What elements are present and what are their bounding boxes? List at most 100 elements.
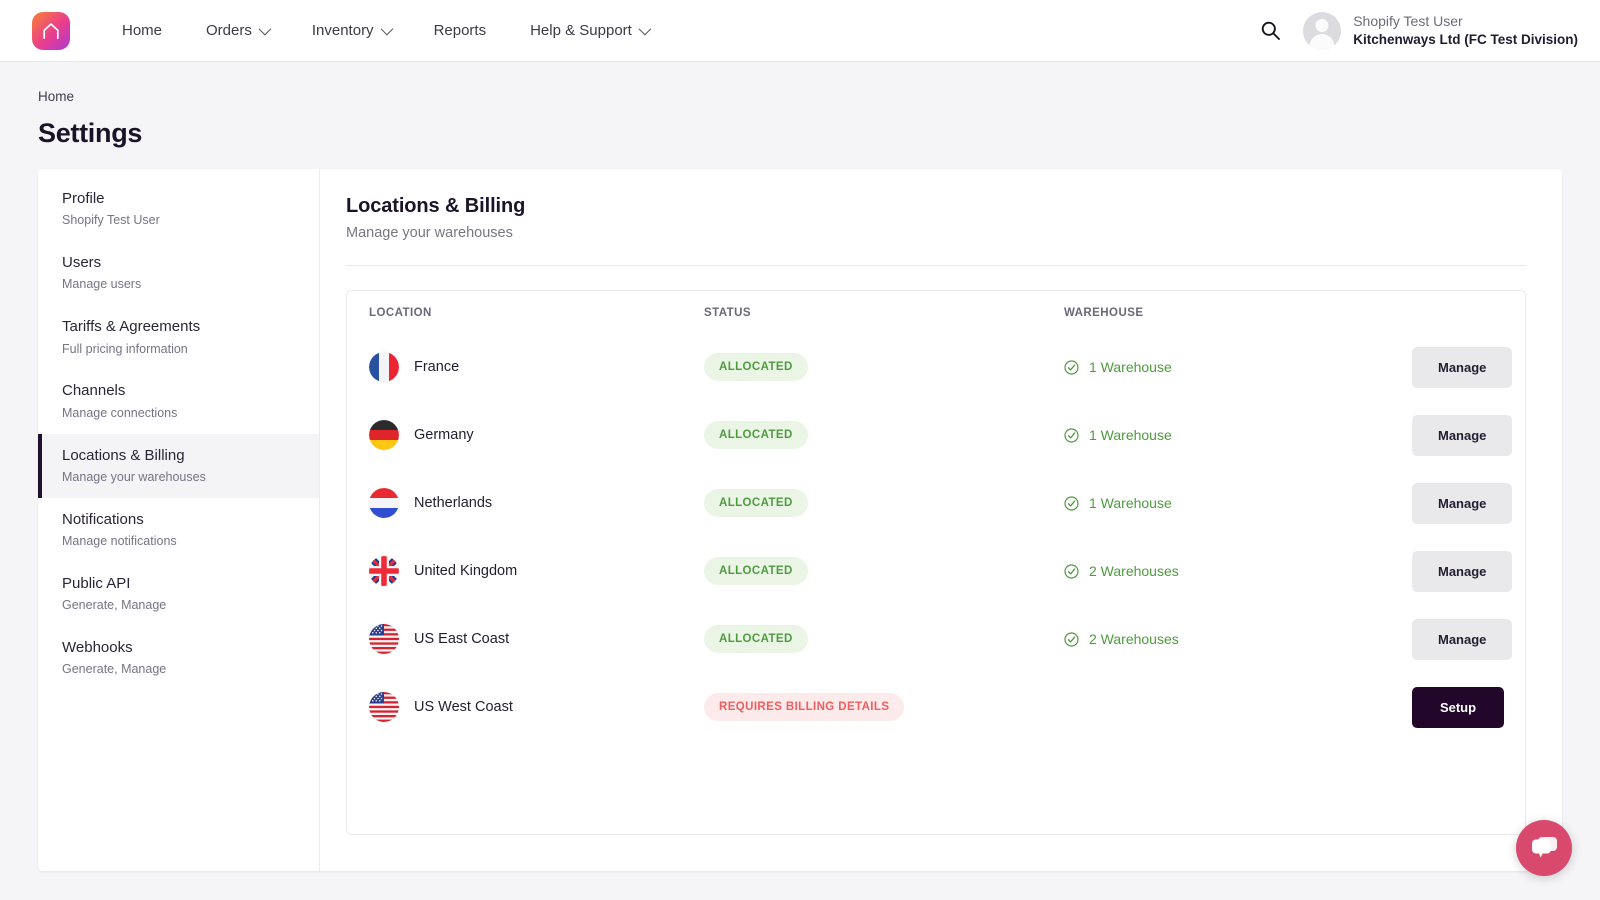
manage-button[interactable]: Manage	[1412, 619, 1512, 660]
cell-action: Manage	[1390, 605, 1525, 673]
sidebar-item-sublabel: Generate, Manage	[62, 597, 301, 614]
warehouse-count: 2 Warehouses	[1089, 631, 1179, 647]
top-navigation-bar: Home Orders Inventory Reports Help & Sup…	[0, 0, 1600, 62]
warehouse-count: 1 Warehouse	[1089, 427, 1172, 443]
table-row: France ALLOCATED	[347, 333, 1525, 401]
cell-location: United Kingdom	[347, 537, 682, 605]
sidebar-item-label: Channels	[62, 381, 301, 401]
sidebar-item-webhooks[interactable]: Webhooks Generate, Manage	[38, 626, 319, 690]
warehouse-count: 2 Warehouses	[1089, 563, 1179, 579]
sidebar-item-sublabel: Shopify Test User	[62, 212, 301, 229]
table-row: United Kingdom ALLOCATED	[347, 537, 1525, 605]
manage-button[interactable]: Manage	[1412, 415, 1512, 456]
nav-item-label: Help & Support	[530, 22, 632, 39]
flag-united-states	[369, 692, 399, 722]
settings-sidebar: Profile Shopify Test User Users Manage u…	[38, 169, 320, 871]
nav-item-home[interactable]: Home	[100, 14, 184, 47]
sidebar-item-sublabel: Full pricing information	[62, 341, 301, 358]
status-badge: ALLOCATED	[704, 625, 808, 653]
sidebar-item-tariffs-agreements[interactable]: Tariffs & Agreements Full pricing inform…	[38, 305, 319, 369]
locations-billing-panel: Locations & Billing Manage your warehous…	[320, 169, 1562, 871]
sidebar-item-sublabel: Manage connections	[62, 405, 301, 422]
cell-warehouse	[1042, 673, 1390, 741]
cell-warehouse: 2 Warehouses	[1042, 537, 1390, 605]
panel-subtitle: Manage your warehouses	[346, 225, 1526, 241]
location-name: United Kingdom	[414, 563, 517, 579]
cell-action: Manage	[1390, 401, 1525, 469]
location-name: US West Coast	[414, 699, 513, 715]
chevron-down-icon	[380, 23, 393, 36]
check-circle-icon	[1064, 564, 1079, 579]
cell-warehouse: 2 Warehouses	[1042, 605, 1390, 673]
cell-action: Manage	[1390, 469, 1525, 537]
chevron-down-icon	[638, 23, 651, 36]
nav-item-inventory[interactable]: Inventory	[290, 14, 412, 47]
cell-location: Netherlands	[347, 469, 682, 537]
sidebar-item-label: Public API	[62, 574, 301, 594]
sidebar-item-channels[interactable]: Channels Manage connections	[38, 369, 319, 433]
search-icon[interactable]	[1255, 16, 1285, 46]
main-nav: Home Orders Inventory Reports Help & Sup…	[100, 14, 670, 47]
sidebar-item-users[interactable]: Users Manage users	[38, 241, 319, 305]
nav-item-help-support[interactable]: Help & Support	[508, 14, 670, 47]
page-title: Settings	[38, 118, 1600, 149]
status-badge: ALLOCATED	[704, 557, 808, 585]
cell-status: REQUIRES BILLING DETAILS	[682, 673, 1042, 741]
chat-launcher-button[interactable]	[1516, 820, 1572, 876]
home-arch-logo-icon[interactable]	[32, 12, 70, 50]
nav-item-label: Reports	[434, 22, 487, 39]
nav-item-label: Inventory	[312, 22, 374, 39]
warehouse-count: 1 Warehouse	[1089, 359, 1172, 375]
sidebar-item-profile[interactable]: Profile Shopify Test User	[38, 177, 319, 241]
check-circle-icon	[1064, 632, 1079, 647]
cell-location: France	[347, 333, 682, 401]
status-badge: ALLOCATED	[704, 353, 808, 381]
table-row: Germany ALLOCATED	[347, 401, 1525, 469]
nav-item-label: Home	[122, 22, 162, 39]
sidebar-item-label: Webhooks	[62, 638, 301, 658]
location-name: Netherlands	[414, 495, 492, 511]
user-organization: Kitchenways Ltd (FC Test Division)	[1353, 31, 1578, 49]
column-header-status: STATUS	[682, 291, 1042, 333]
column-header-warehouse: WAREHOUSE	[1042, 291, 1390, 333]
sidebar-item-sublabel: Manage users	[62, 276, 301, 293]
sidebar-item-label: Tariffs & Agreements	[62, 317, 301, 337]
breadcrumb[interactable]: Home	[38, 89, 74, 104]
cell-action: Manage	[1390, 537, 1525, 605]
sidebar-item-sublabel: Generate, Manage	[62, 661, 301, 678]
check-circle-icon	[1064, 428, 1079, 443]
location-name: Germany	[414, 427, 474, 443]
page-header: Home Settings	[0, 62, 1600, 149]
sidebar-item-label: Users	[62, 253, 301, 273]
cell-warehouse: 1 Warehouse	[1042, 401, 1390, 469]
sidebar-item-label: Locations & Billing	[62, 446, 301, 466]
cell-warehouse: 1 Warehouse	[1042, 333, 1390, 401]
cell-location: US West Coast	[347, 673, 682, 741]
manage-button[interactable]: Manage	[1412, 483, 1512, 524]
manage-button[interactable]: Manage	[1412, 551, 1512, 592]
nav-item-orders[interactable]: Orders	[184, 14, 290, 47]
user-avatar-icon	[1303, 12, 1341, 50]
user-menu[interactable]: Shopify Test User Kitchenways Ltd (FC Te…	[1303, 12, 1578, 50]
settings-shell: Profile Shopify Test User Users Manage u…	[38, 169, 1562, 871]
cell-status: ALLOCATED	[682, 537, 1042, 605]
user-name: Shopify Test User	[1353, 12, 1578, 30]
check-circle-icon	[1064, 496, 1079, 511]
table-row: Netherlands ALLOCATED	[347, 469, 1525, 537]
nav-item-reports[interactable]: Reports	[412, 14, 509, 47]
sidebar-item-notifications[interactable]: Notifications Manage notifications	[38, 498, 319, 562]
sidebar-item-label: Notifications	[62, 510, 301, 530]
setup-button[interactable]: Setup	[1412, 687, 1504, 728]
flag-france	[369, 352, 399, 382]
sidebar-item-sublabel: Manage your warehouses	[62, 469, 301, 486]
manage-button[interactable]: Manage	[1412, 347, 1512, 388]
sidebar-item-locations-billing[interactable]: Locations & Billing Manage your warehous…	[38, 434, 319, 498]
location-name: US East Coast	[414, 631, 509, 647]
check-circle-icon	[1064, 360, 1079, 375]
nav-item-label: Orders	[206, 22, 252, 39]
cell-status: ALLOCATED	[682, 605, 1042, 673]
cell-status: ALLOCATED	[682, 469, 1042, 537]
sidebar-item-public-api[interactable]: Public API Generate, Manage	[38, 562, 319, 626]
panel-title: Locations & Billing	[346, 195, 1526, 218]
status-badge: REQUIRES BILLING DETAILS	[704, 693, 904, 721]
